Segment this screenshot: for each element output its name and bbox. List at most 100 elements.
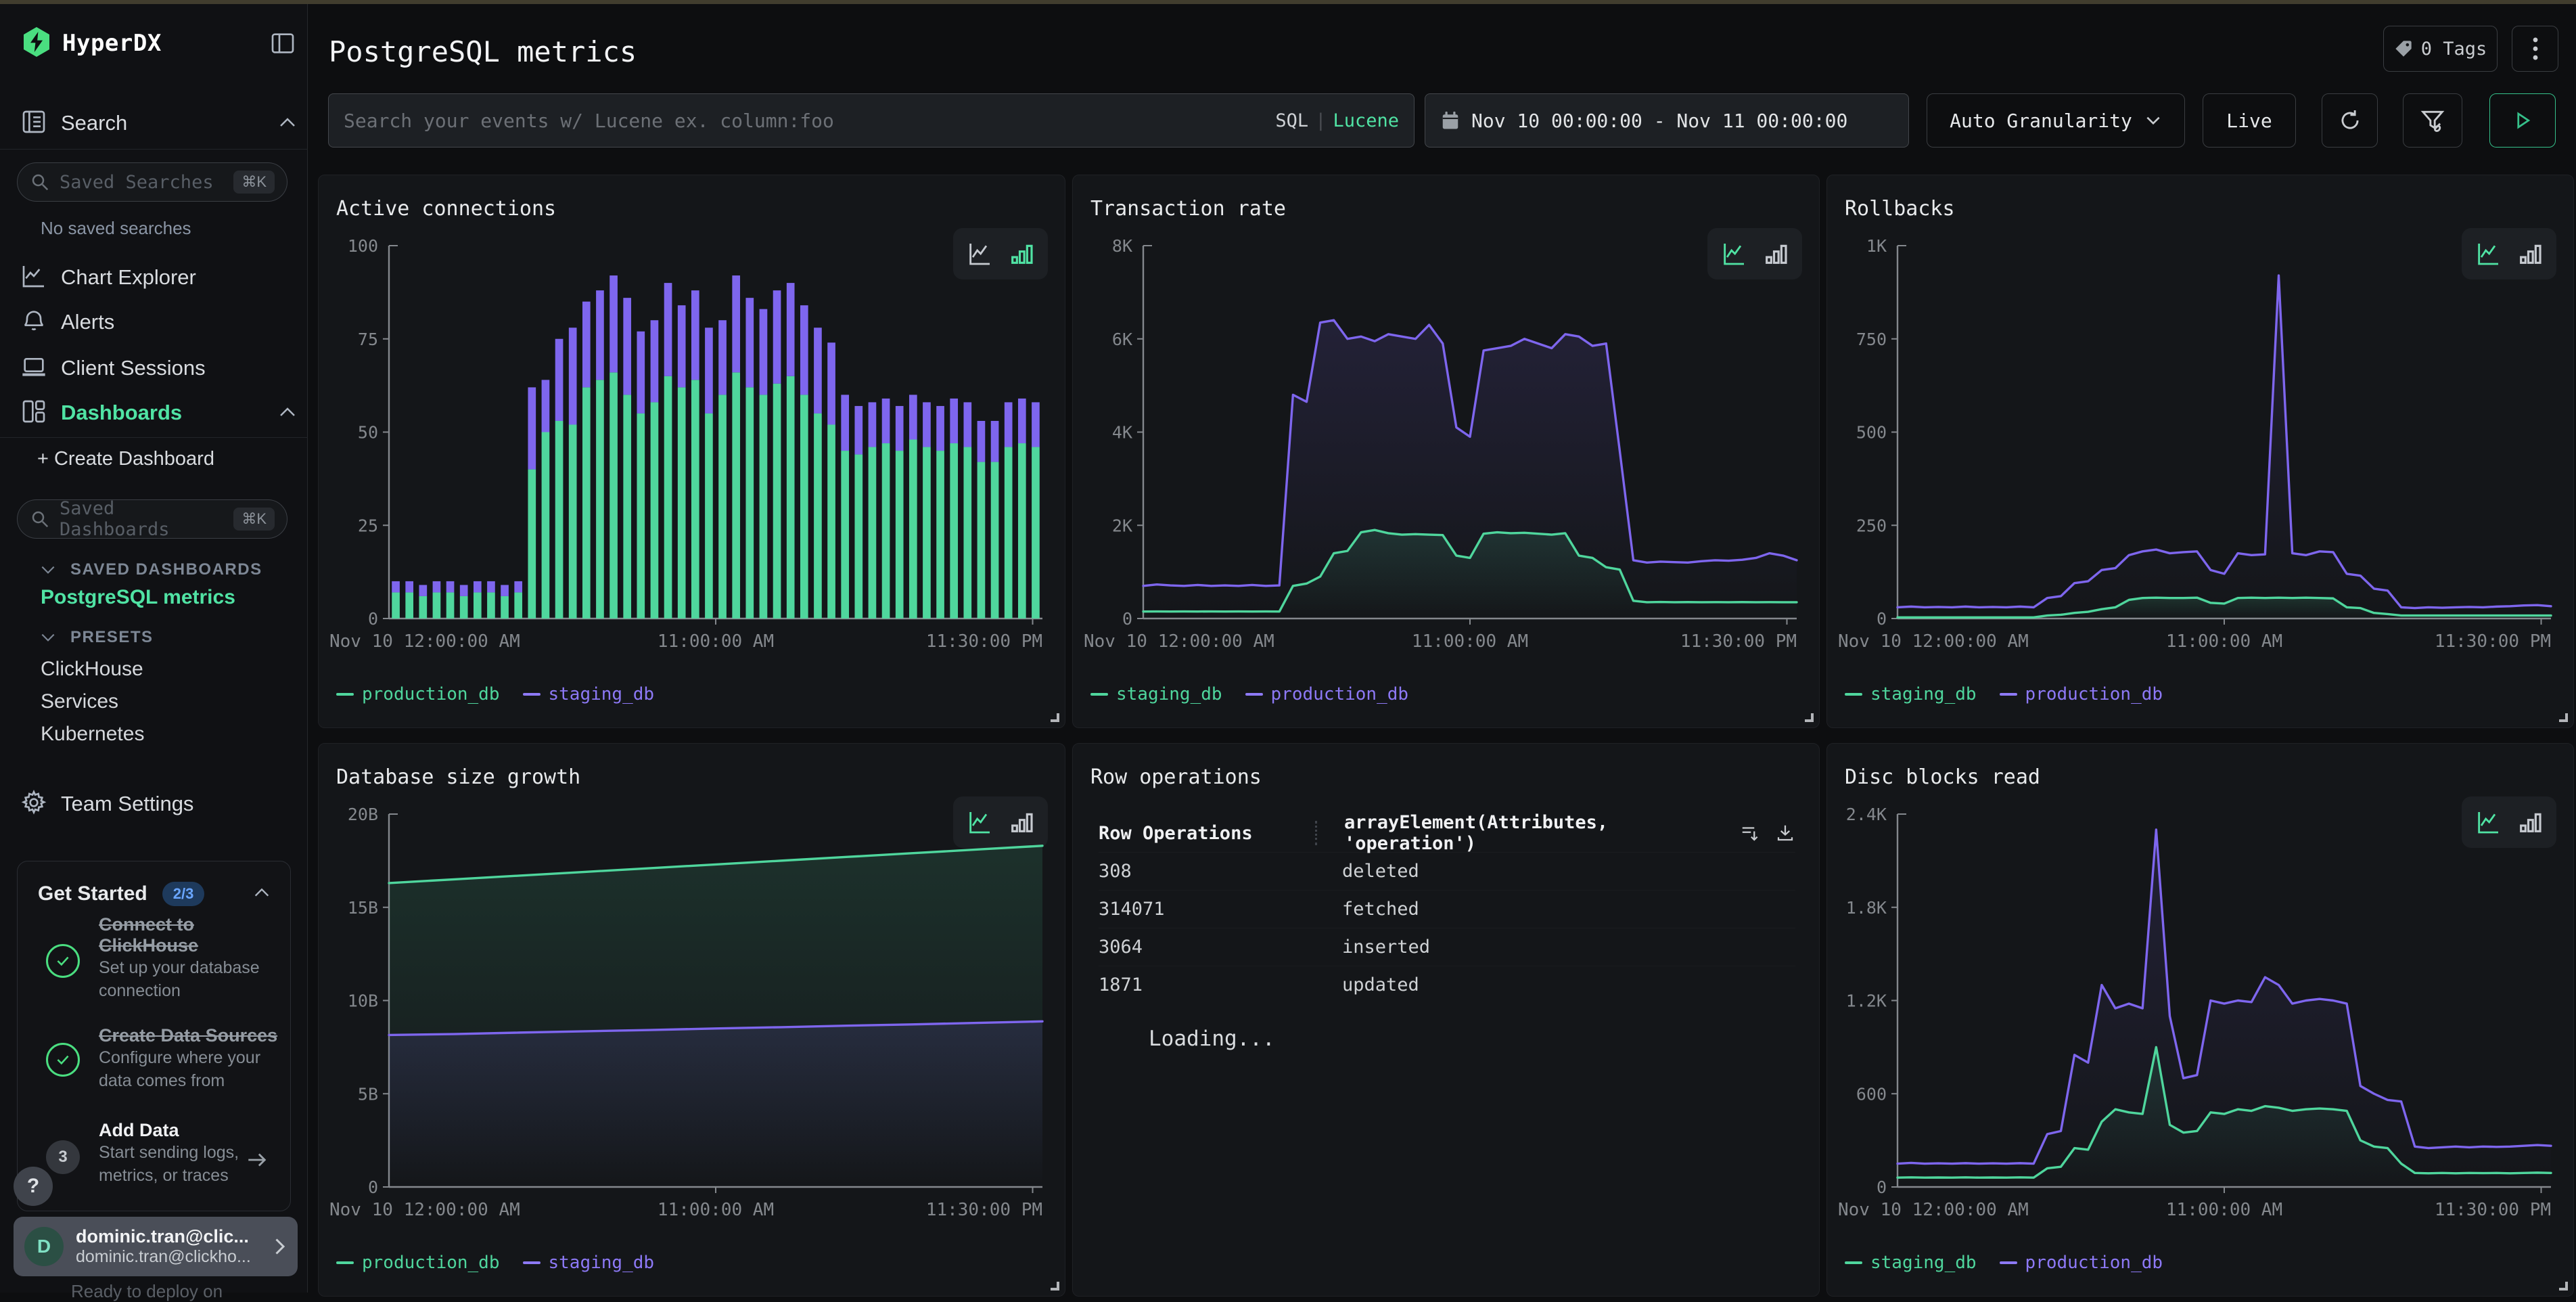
get-started-item[interactable]: Create Data Sources Configure where your… [99, 1025, 277, 1092]
legend-swatch [1845, 1261, 1862, 1264]
chevron-up-icon[interactable] [277, 115, 298, 133]
table-body: 308deleted314071fetched3064inserted1871u… [1099, 852, 1795, 1004]
table-row[interactable]: 314071fetched [1099, 890, 1795, 928]
filter-button[interactable] [2403, 93, 2462, 148]
sidebar-item-chart-explorer[interactable]: Chart Explorer [61, 265, 196, 290]
row-operation-cell: fetched [1315, 899, 1795, 920]
saved-dashboards-input[interactable]: Saved Dashboards ⌘K [17, 499, 288, 539]
chevron-down-icon [39, 564, 57, 576]
chart-title: Disc blocks read [1845, 765, 2040, 789]
more-options-button[interactable] [2512, 26, 2558, 72]
sidebar-item-search[interactable]: Search [61, 111, 127, 135]
table-row[interactable]: 1871updated [1099, 966, 1795, 1004]
svg-text:4K: 4K [1112, 423, 1132, 443]
run-query-button[interactable] [2489, 93, 2556, 148]
get-started-item[interactable]: Add Data Start sending logs, metrics, or… [99, 1120, 239, 1187]
legend-item[interactable]: staging_db [1845, 684, 1977, 704]
saved-searches-input[interactable]: Saved Searches ⌘K [17, 162, 288, 202]
chart-legend: staging_db production_db [1845, 684, 2163, 704]
table-row[interactable]: 3064inserted [1099, 928, 1795, 966]
active-connections-chart[interactable]: 1007550250Nov 10 12:00:00 AM11:00:00 AM1… [327, 235, 1057, 658]
sidebar-item-dashboards[interactable]: Dashboards [61, 401, 182, 425]
create-dashboard-button[interactable]: + Create Dashboard [37, 448, 214, 470]
svg-text:75: 75 [358, 330, 378, 349]
column-header[interactable]: arrayElement(Attributes, 'operation') [1317, 812, 1740, 854]
panel-resize-handle[interactable] [1051, 1282, 1059, 1290]
rollbacks-chart[interactable]: 1K7505002500Nov 10 12:00:00 AM11:00:00 A… [1835, 235, 2566, 658]
client-sessions-laptop-icon [20, 353, 47, 384]
dashboard-link-postgresql-metrics[interactable]: PostgreSQL metrics [41, 586, 235, 609]
svg-text:0: 0 [368, 609, 378, 629]
panel-resize-handle[interactable] [2559, 713, 2568, 722]
row-count-cell: 314071 [1099, 899, 1315, 920]
preset-services[interactable]: Services [41, 690, 118, 713]
chart-panel-rollbacks: Rollbacks 1K7505002500Nov 10 12:00:00 AM… [1826, 175, 2574, 728]
sql-toggle[interactable]: SQL [1275, 110, 1308, 131]
svg-text:Nov 10 12:00:00 AM: Nov 10 12:00:00 AM [329, 1200, 520, 1220]
sidebar: HyperDX Search Saved Searches ⌘K No save… [0, 0, 308, 1293]
svg-text:1.2K: 1.2K [1846, 991, 1887, 1011]
tags-button[interactable]: 0 Tags [2383, 26, 2498, 72]
preset-clickhouse[interactable]: ClickHouse [41, 658, 143, 681]
arrow-right-icon [246, 1151, 269, 1172]
legend-item[interactable]: staging_db [523, 1253, 655, 1273]
no-saved-searches-text: No saved searches [41, 218, 191, 239]
transaction-rate-chart[interactable]: 8K6K4K2K0Nov 10 12:00:00 AM11:00:00 AM11… [1081, 235, 1812, 658]
column-header[interactable]: Row Operations [1099, 823, 1315, 844]
dashboards-grid-icon [20, 398, 47, 428]
row-operation-cell: inserted [1315, 937, 1795, 958]
legend-item[interactable]: production_db [1245, 684, 1409, 704]
legend-item[interactable]: staging_db [1845, 1253, 1977, 1273]
saved-searches-placeholder: Saved Searches [60, 172, 233, 193]
faded-deploy-text: Ready to deploy on [71, 1281, 223, 1302]
get-started-title: Get Started [38, 882, 147, 905]
date-range-picker[interactable]: Nov 10 00:00:00 - Nov 11 00:00:00 [1425, 93, 1909, 148]
svg-text:11:00:00 AM: 11:00:00 AM [2166, 1200, 2282, 1220]
search-section-icon [20, 108, 47, 139]
chevron-up-icon[interactable] [277, 405, 298, 423]
chevron-up-icon[interactable] [252, 886, 271, 903]
saved-dashboards-group[interactable]: SAVED DASHBOARDS [39, 560, 262, 579]
step-number-badge: 3 [46, 1140, 80, 1174]
legend-item[interactable]: production_db [336, 1253, 500, 1273]
row-count-cell: 308 [1099, 861, 1315, 882]
user-profile-row[interactable]: D dominic.tran@clic... dominic.tran@clic… [14, 1217, 298, 1276]
sort-icon[interactable] [1740, 823, 1760, 843]
sidebar-item-alerts[interactable]: Alerts [61, 310, 114, 334]
legend-item[interactable]: production_db [2000, 684, 2163, 704]
svg-text:6K: 6K [1112, 330, 1132, 349]
legend-item[interactable]: production_db [336, 684, 500, 704]
database-size-growth-chart[interactable]: 20B15B10B5B0Nov 10 12:00:00 AM11:00:00 A… [327, 803, 1057, 1226]
sidebar-item-team-settings[interactable]: Team Settings [61, 792, 193, 816]
panel-resize-handle[interactable] [1051, 713, 1059, 722]
refresh-button[interactable] [2322, 93, 2378, 148]
lucene-toggle[interactable]: Lucene [1333, 110, 1399, 131]
legend-item[interactable]: staging_db [1090, 684, 1222, 704]
presets-group[interactable]: PRESETS [39, 628, 154, 647]
download-icon[interactable] [1775, 823, 1795, 843]
panel-resize-handle[interactable] [1805, 713, 1814, 722]
sidebar-item-client-sessions[interactable]: Client Sessions [61, 356, 206, 380]
legend-item[interactable]: production_db [2000, 1253, 2163, 1273]
svg-text:11:00:00 AM: 11:00:00 AM [658, 1200, 774, 1220]
legend-item[interactable]: staging_db [523, 684, 655, 704]
alerts-bell-icon [20, 307, 47, 338]
chart-title: Row operations [1090, 765, 1262, 789]
get-started-item[interactable]: Connect to ClickHouse Set up your databa… [99, 914, 260, 1002]
chart-panel-disc-blocks-read: Disc blocks read 2.4K1.8K1.2K6000Nov 10 … [1826, 743, 2574, 1297]
legend-swatch [336, 693, 354, 696]
event-search-input[interactable]: Search your events w/ Lucene ex. column:… [328, 93, 1414, 148]
table-row[interactable]: 308deleted [1099, 852, 1795, 890]
granularity-dropdown[interactable]: Auto Granularity [1927, 93, 2185, 148]
preset-kubernetes[interactable]: Kubernetes [41, 723, 144, 746]
legend-swatch [2000, 693, 2017, 696]
disc-blocks-read-chart[interactable]: 2.4K1.8K1.2K6000Nov 10 12:00:00 AM11:00:… [1835, 803, 2566, 1226]
svg-text:100: 100 [348, 236, 378, 256]
live-button[interactable]: Live [2203, 93, 2296, 148]
panel-resize-handle[interactable] [2559, 1282, 2568, 1290]
help-button[interactable]: ? [14, 1167, 53, 1206]
sidebar-collapse-icon[interactable] [269, 30, 296, 60]
saved-dashboards-header: SAVED DASHBOARDS [70, 560, 262, 579]
saved-dashboards-placeholder: Saved Dashboards [60, 498, 233, 540]
row-operation-cell: deleted [1315, 861, 1795, 882]
